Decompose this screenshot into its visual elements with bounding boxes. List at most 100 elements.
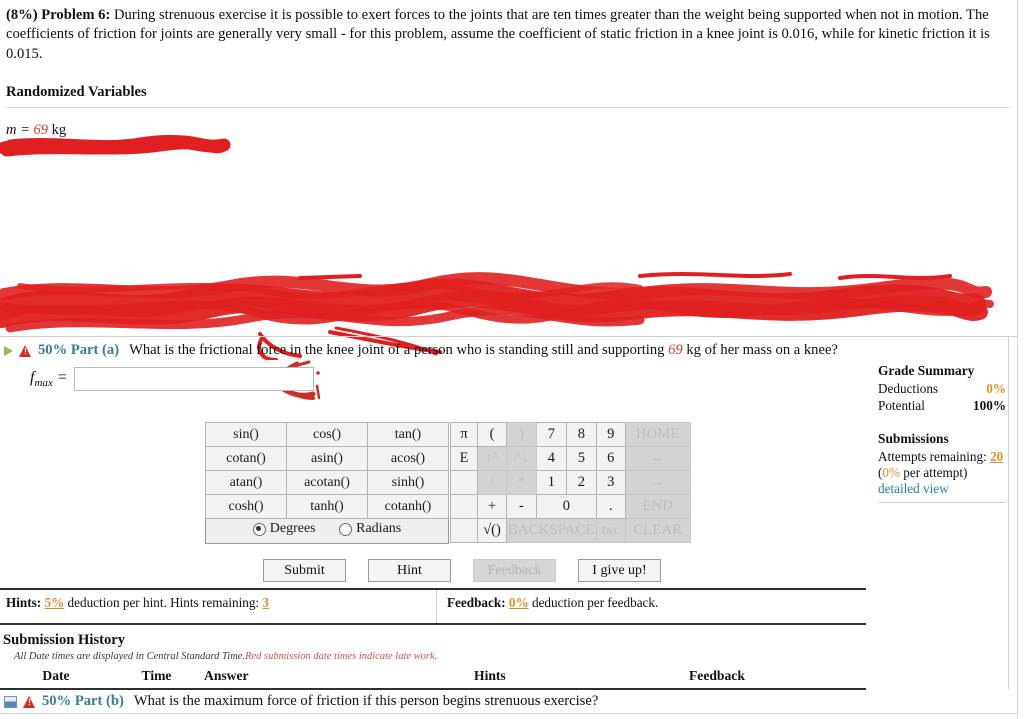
deductions-row: Deductions 0%: [878, 381, 1006, 398]
key-blank-2[interactable]: [450, 494, 478, 519]
key-home: HOME: [624, 422, 691, 447]
key-4[interactable]: 4: [535, 446, 567, 471]
key-superscript-up: ↑^: [477, 446, 507, 471]
key-8[interactable]: 8: [565, 422, 597, 447]
numeric-pad-row: E ↑^ ^↓ 4 5 6 ←: [450, 446, 691, 471]
fn-button-acotan[interactable]: acotan(): [286, 470, 368, 495]
submissions-title: Submissions: [878, 430, 949, 446]
feedback-text: deduction per feedback.: [531, 595, 659, 610]
feedback-percent: 0%: [508, 595, 529, 610]
variable-name: m =: [6, 121, 30, 138]
key-sqrt[interactable]: √(): [477, 518, 507, 543]
key-6[interactable]: 6: [595, 446, 626, 471]
submission-history-note: All Date times are displayed in Central …: [14, 651, 866, 662]
warning-icon: [19, 344, 32, 357]
attempts-value: 20: [990, 448, 1004, 464]
submission-note-normal: All Date times are displayed in Central …: [14, 651, 246, 662]
expand-triangle-icon[interactable]: [4, 345, 13, 356]
key-del: DEL: [595, 518, 626, 543]
key-plus[interactable]: +: [477, 494, 507, 519]
calculator-keypad[interactable]: sin() cos() tan() cotan() asin() acos() …: [205, 422, 691, 544]
key-2[interactable]: 2: [565, 470, 597, 495]
potential-label: Potential: [878, 397, 925, 413]
fn-button-sin[interactable]: sin(): [205, 422, 287, 447]
fn-button-tan[interactable]: tan(): [367, 422, 449, 447]
col-date: Date: [42, 668, 70, 683]
fn-button-cosh[interactable]: cosh(): [205, 494, 287, 519]
fn-button-tanh[interactable]: tanh(): [286, 494, 368, 519]
submit-button[interactable]: Submit: [263, 559, 346, 582]
key-3[interactable]: 3: [595, 470, 626, 495]
key-0[interactable]: 0: [535, 494, 597, 519]
fn-button-cos[interactable]: cos(): [286, 422, 368, 447]
radio-radians[interactable]: Radians: [339, 521, 401, 537]
radio-degrees[interactable]: Degrees: [252, 521, 316, 537]
part-b-weight-label: 50% Part (b): [42, 693, 124, 709]
numeric-pad-row: π ( ) 7 8 9 HOME: [450, 422, 691, 447]
hints-text: deduction per hint. Hints remaining:: [67, 595, 260, 610]
i-give-up-button[interactable]: I give up!: [578, 559, 661, 582]
per-attempt-row: (0% per attempt): [878, 465, 1006, 481]
answer-subscript: max: [34, 377, 53, 390]
problem-statement: (8%) Problem 6: During strenuous exercis…: [6, 6, 1010, 64]
key-minus[interactable]: -: [506, 494, 537, 519]
key-1[interactable]: 1: [535, 470, 567, 495]
radio-degrees-label: Degrees: [269, 521, 316, 537]
per-attempt-value: 0%: [882, 464, 900, 480]
answer-row: fmax =: [30, 367, 1018, 391]
part-a-question-pre: What is the frictional force in the knee…: [129, 342, 669, 358]
key-9[interactable]: 9: [595, 422, 626, 447]
part-a-weight-label: 50% Part (a): [38, 342, 120, 358]
col-feedback: Feedback: [689, 668, 745, 683]
key-blank-3[interactable]: [450, 518, 478, 543]
grade-summary-title: Grade Summary: [878, 363, 975, 378]
hints-feedback-bar: Hints: 5% deduction per hint. Hints rema…: [0, 588, 866, 625]
key-blank-1[interactable]: [450, 470, 478, 495]
fn-button-acos[interactable]: acos(): [367, 446, 449, 471]
fn-button-atan[interactable]: atan(): [205, 470, 287, 495]
key-7[interactable]: 7: [535, 422, 567, 447]
function-pad-body: sin() cos() tan() cotan() asin() acos() …: [205, 422, 449, 544]
part-a-header[interactable]: 50% Part (a) What is the frictional forc…: [0, 337, 1018, 359]
key-close-paren: ): [506, 422, 537, 447]
key-5[interactable]: 5: [565, 446, 597, 471]
radio-radians-icon[interactable]: [339, 522, 353, 536]
numeric-pad[interactable]: π ( ) 7 8 9 HOME E ↑^ ^↓ 4 5 6 ← / * 1 2…: [450, 422, 691, 543]
part-b-header[interactable]: 50% Part (b) What is the maximum force o…: [0, 688, 1018, 710]
answer-input[interactable]: [73, 367, 314, 391]
radio-degrees-icon[interactable]: [252, 522, 266, 536]
collapse-square-icon[interactable]: [4, 695, 17, 708]
part-b-panel: 50% Part (b) What is the maximum force o…: [0, 688, 1018, 710]
key-clear: CLEAR: [624, 518, 691, 543]
submission-history-panel: Submission History All Date times are di…: [0, 632, 866, 690]
numeric-pad-row: √() BACKSPACE DEL CLEAR: [450, 518, 691, 543]
col-answer: Answer: [204, 668, 249, 683]
submission-history-title: Submission History: [3, 632, 126, 648]
fn-button-cotanh[interactable]: cotanh(): [367, 494, 449, 519]
grade-summary-divider: [878, 501, 1006, 503]
hints-remaining-value: 3: [262, 595, 269, 610]
fn-button-sinh[interactable]: sinh(): [367, 470, 449, 495]
key-backspace: BACKSPACE: [506, 518, 597, 543]
key-open-paren[interactable]: (: [477, 422, 507, 447]
submission-note-late: Red submission date times indicate late …: [245, 651, 438, 662]
submissions-section: Submissions Attempts remaining: 20 (0% p…: [878, 431, 1006, 503]
key-decimal[interactable]: .: [595, 494, 626, 519]
fn-button-cotan[interactable]: cotan(): [205, 446, 287, 471]
answer-symbol-label: fmax =: [30, 369, 68, 389]
key-multiply: *: [506, 470, 537, 495]
key-e[interactable]: E: [450, 446, 478, 471]
hints-cell: Hints: 5% deduction per hint. Hints rema…: [0, 590, 437, 623]
function-pad[interactable]: sin() cos() tan() cotan() asin() acos() …: [205, 422, 449, 544]
numeric-pad-row: + - 0 . END: [450, 494, 691, 519]
key-arrow-right: →: [624, 470, 691, 495]
part-a-question-value: 69: [668, 342, 683, 358]
key-pi[interactable]: π: [450, 422, 478, 447]
hints-label: Hints:: [6, 595, 42, 610]
hint-button[interactable]: Hint: [368, 559, 451, 582]
hints-percent: 5%: [44, 595, 65, 610]
bottom-divider: [0, 713, 1018, 714]
detailed-view-link[interactable]: detailed view: [878, 481, 1006, 497]
fn-button-asin[interactable]: asin(): [286, 446, 368, 471]
key-superscript-down: ^↓: [506, 446, 537, 471]
